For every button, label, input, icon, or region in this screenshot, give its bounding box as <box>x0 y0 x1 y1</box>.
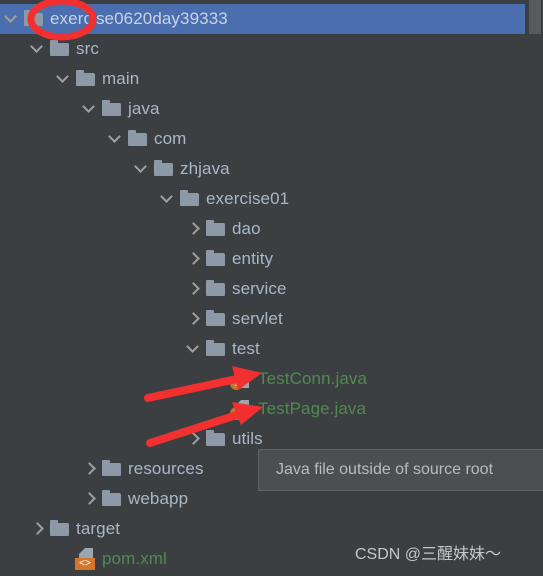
tree-row-label: java <box>128 99 160 118</box>
tree-row[interactable]: dao <box>0 214 543 244</box>
folder-icon <box>152 154 176 184</box>
tree-row-label: exercise0620day39333 <box>50 9 228 28</box>
chevron-right-icon[interactable] <box>184 274 204 304</box>
tree-row-label: com <box>154 129 187 148</box>
tree-row-label: TestConn.java <box>258 369 368 388</box>
tree-row[interactable]: java <box>0 94 543 124</box>
tree-row[interactable]: servlet <box>0 304 543 334</box>
folder-icon <box>74 64 98 94</box>
tree-row[interactable]: src <box>0 34 543 64</box>
folder-icon <box>204 334 228 364</box>
tree-row[interactable]: service <box>0 274 543 304</box>
tree-row-label: exercise01 <box>206 189 290 208</box>
tree-row-label: target <box>76 519 121 538</box>
xml-file-icon: <> <box>74 544 98 574</box>
tree-row[interactable]: exercise0620day39333 <box>0 4 525 34</box>
chevron-placeholder <box>210 364 230 394</box>
chevron-down-icon[interactable] <box>158 184 178 214</box>
folder-icon <box>100 94 124 124</box>
folder-icon <box>22 4 46 34</box>
tree-row-label: pom.xml <box>102 549 167 568</box>
chevron-right-icon[interactable] <box>184 214 204 244</box>
folder-icon <box>204 424 228 454</box>
tree-row-label: utils <box>232 429 263 448</box>
tree-row[interactable]: com <box>0 124 543 154</box>
java-badge: J <box>230 407 243 420</box>
folder-icon <box>204 274 228 304</box>
project-tree-panel[interactable]: exercise0620day39333 src main java com zhjava… <box>0 0 543 576</box>
chevron-down-icon[interactable] <box>132 154 152 184</box>
tree-row-label: src <box>76 39 99 58</box>
tree-row-label: zhjava <box>180 159 230 178</box>
tree-row-label: test <box>232 339 260 358</box>
chevron-right-icon[interactable] <box>184 244 204 274</box>
tree-row[interactable]: entity <box>0 244 543 274</box>
tooltip-text: Java file outside of source root <box>276 461 494 478</box>
tree-row[interactable]: main <box>0 64 543 94</box>
folder-icon <box>100 484 124 514</box>
chevron-down-icon[interactable] <box>28 34 48 64</box>
chevron-placeholder <box>210 394 230 424</box>
xml-badge: <> <box>75 558 95 570</box>
chevron-down-icon[interactable] <box>184 334 204 364</box>
java-file-outside-source-root-tooltip: Java file outside of source root <box>258 449 543 491</box>
tree-row-label: servlet <box>232 309 283 328</box>
chevron-right-icon[interactable] <box>80 454 100 484</box>
folder-icon <box>100 454 124 484</box>
chevron-down-icon[interactable] <box>54 64 74 94</box>
folder-icon <box>204 304 228 334</box>
tree-row[interactable]: test <box>0 334 543 364</box>
chevron-right-icon[interactable] <box>28 514 48 544</box>
folder-icon <box>126 124 150 154</box>
tree-row-label: TestPage.java <box>258 399 367 418</box>
tree-row[interactable]: zhjava <box>0 154 543 184</box>
folder-icon <box>178 184 202 214</box>
scrollbar-thumb[interactable] <box>529 0 541 34</box>
java-file-icon: J <box>230 394 254 424</box>
tree-row-label: resources <box>128 459 204 478</box>
folder-icon <box>204 244 228 274</box>
chevron-down-icon[interactable] <box>2 4 22 34</box>
tree-row[interactable]: exercise01 <box>0 184 543 214</box>
chevron-right-icon[interactable] <box>184 424 204 454</box>
csdn-watermark: CSDN @三醒妹妹～ <box>355 546 502 563</box>
tree-row-label: main <box>102 69 140 88</box>
tree-row-label: dao <box>232 219 261 238</box>
java-file-icon: J <box>230 364 254 394</box>
chevron-right-icon[interactable] <box>80 484 100 514</box>
folder-icon <box>48 514 72 544</box>
chevron-down-icon[interactable] <box>80 94 100 124</box>
folder-icon <box>48 34 72 64</box>
tree-row-label: webapp <box>128 489 189 508</box>
tab-indicator-sliver <box>55 0 71 3</box>
tree-row[interactable]: J TestConn.java <box>0 364 543 394</box>
chevron-right-icon[interactable] <box>184 304 204 334</box>
chevron-placeholder <box>54 544 74 574</box>
chevron-down-icon[interactable] <box>106 124 126 154</box>
java-badge: J <box>230 377 243 390</box>
tree-row[interactable]: J TestPage.java <box>0 394 543 424</box>
tree-row-label: service <box>232 279 287 298</box>
tree-row-label: entity <box>232 249 274 268</box>
folder-icon <box>204 214 228 244</box>
